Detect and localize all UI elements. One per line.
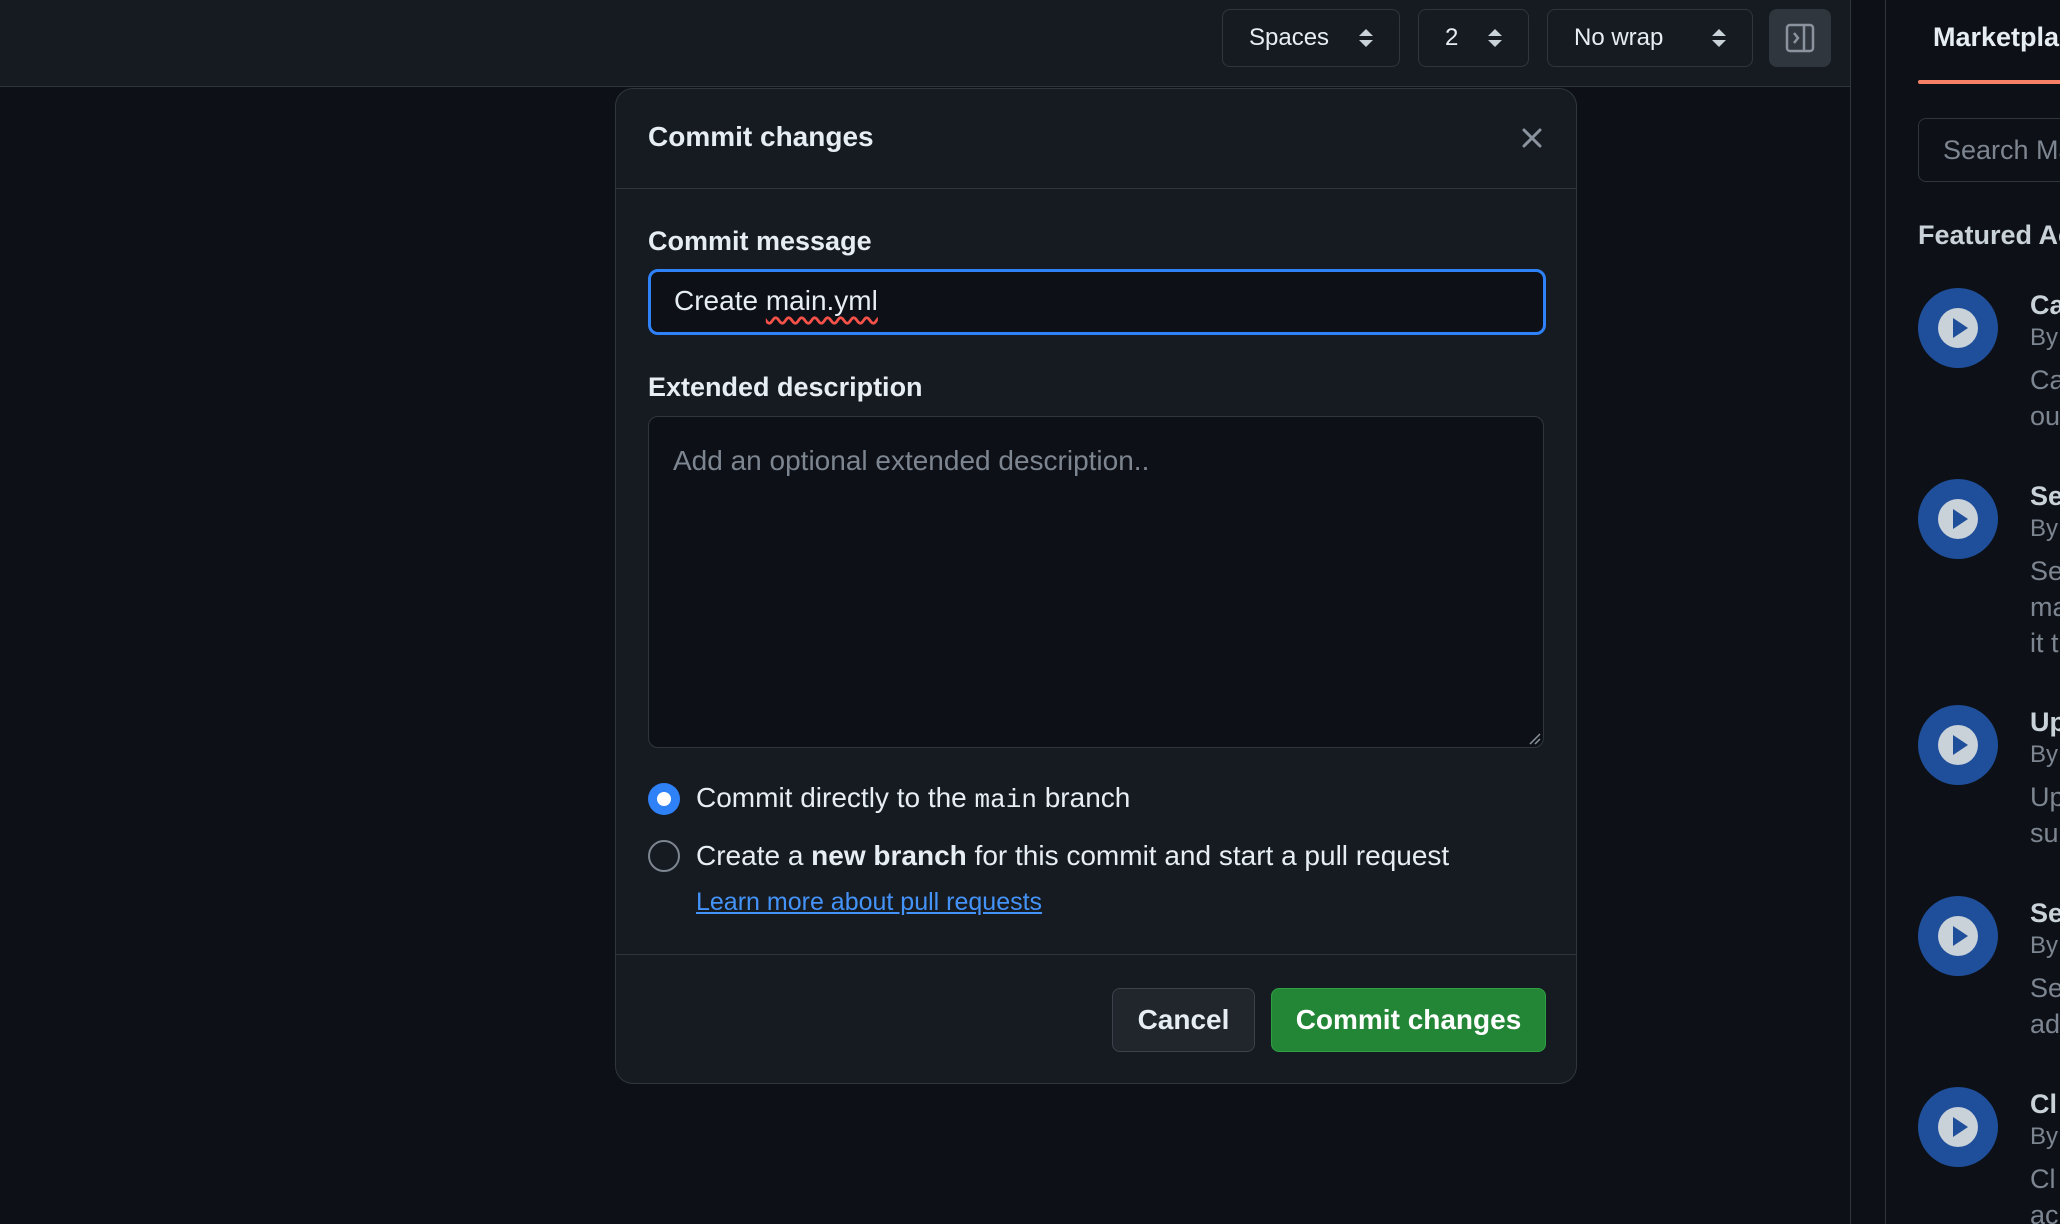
indent-mode-label: Spaces bbox=[1249, 24, 1330, 51]
option-new-branch-label: Create a new branch for this commit and … bbox=[696, 840, 1450, 871]
wrap-mode-select[interactable]: No wrap bbox=[1547, 9, 1753, 67]
action-title[interactable]: Se bbox=[2030, 898, 2060, 929]
extended-description-label: Extended description bbox=[648, 372, 923, 402]
dialog-footer: Cancel Commit changes bbox=[616, 954, 1576, 1083]
select-arrows-icon bbox=[1488, 29, 1502, 47]
dialog-title: Commit changes bbox=[648, 121, 874, 152]
resize-handle-icon[interactable] bbox=[1529, 733, 1541, 745]
action-author: By bbox=[2030, 1123, 2059, 1150]
play-icon bbox=[1918, 479, 1998, 559]
select-arrows-icon bbox=[1359, 29, 1373, 47]
sidebar-toggle-icon bbox=[1785, 23, 1815, 53]
marketplace-search-input[interactable]: Search Marketplace bbox=[1918, 118, 2060, 182]
learn-more-link[interactable]: Learn more about pull requests bbox=[696, 888, 1042, 917]
indent-mode-select[interactable]: Spaces bbox=[1222, 9, 1400, 67]
dialog-header: Commit changes bbox=[616, 89, 1576, 189]
play-icon bbox=[1918, 896, 1998, 976]
select-arrows-icon bbox=[1712, 29, 1726, 47]
indent-size-label: 2 bbox=[1445, 24, 1459, 51]
action-title[interactable]: Ca bbox=[2030, 290, 2060, 321]
action-description: Cl ac bbox=[2030, 1164, 2059, 1224]
radio-commit-direct[interactable] bbox=[648, 782, 680, 815]
play-icon bbox=[1918, 1087, 1998, 1167]
action-title[interactable]: Se bbox=[2030, 481, 2060, 512]
editor-toolbar: Spaces 2 No wrap bbox=[0, 0, 1850, 87]
wrap-mode-label: No wrap bbox=[1574, 24, 1664, 51]
active-tab-indicator bbox=[1918, 80, 2060, 84]
action-description: Upsu bbox=[2030, 782, 2060, 848]
action-description: Se ad bbox=[2030, 973, 2060, 1039]
commit-dialog: Commit changes Commit message Create mai… bbox=[615, 88, 1577, 1084]
action-author: By bbox=[2030, 932, 2059, 959]
indent-size-select[interactable]: 2 bbox=[1418, 9, 1529, 67]
close-icon[interactable] bbox=[1519, 125, 1545, 151]
radio-new-branch[interactable] bbox=[648, 840, 680, 872]
featured-actions-heading: Featured Actions bbox=[1918, 220, 2060, 250]
action-description: Caou bbox=[2030, 365, 2060, 431]
cancel-button[interactable]: Cancel bbox=[1112, 988, 1255, 1052]
option-new-branch[interactable]: Create a new branch for this commit and … bbox=[648, 840, 1449, 872]
marketplace-sidebar: Marketplace Search Marketplace Featured … bbox=[1885, 0, 2060, 1224]
option-commit-direct-label: Commit directly to the main branch bbox=[696, 782, 1131, 815]
extended-description-textarea[interactable] bbox=[648, 416, 1544, 748]
commit-message-input[interactable] bbox=[648, 269, 1546, 335]
action-author: By bbox=[2030, 741, 2059, 768]
option-commit-direct[interactable]: Commit directly to the main branch bbox=[648, 782, 1130, 815]
divider bbox=[1850, 0, 1851, 1224]
branch-name: main bbox=[974, 785, 1037, 815]
commit-message-label: Commit message bbox=[648, 226, 872, 256]
commit-changes-button[interactable]: Commit changes bbox=[1271, 988, 1546, 1052]
action-title[interactable]: Up bbox=[2030, 707, 2060, 738]
panel-toggle-button[interactable] bbox=[1769, 9, 1831, 67]
action-author: By bbox=[2030, 324, 2059, 351]
tab-marketplace[interactable]: Marketplace bbox=[1933, 22, 2060, 53]
action-author: By bbox=[2030, 515, 2059, 542]
action-description: Semait t bbox=[2030, 556, 2060, 658]
action-title[interactable]: Cl bbox=[2030, 1089, 2057, 1120]
play-icon bbox=[1918, 705, 1998, 785]
play-icon bbox=[1918, 288, 1998, 368]
